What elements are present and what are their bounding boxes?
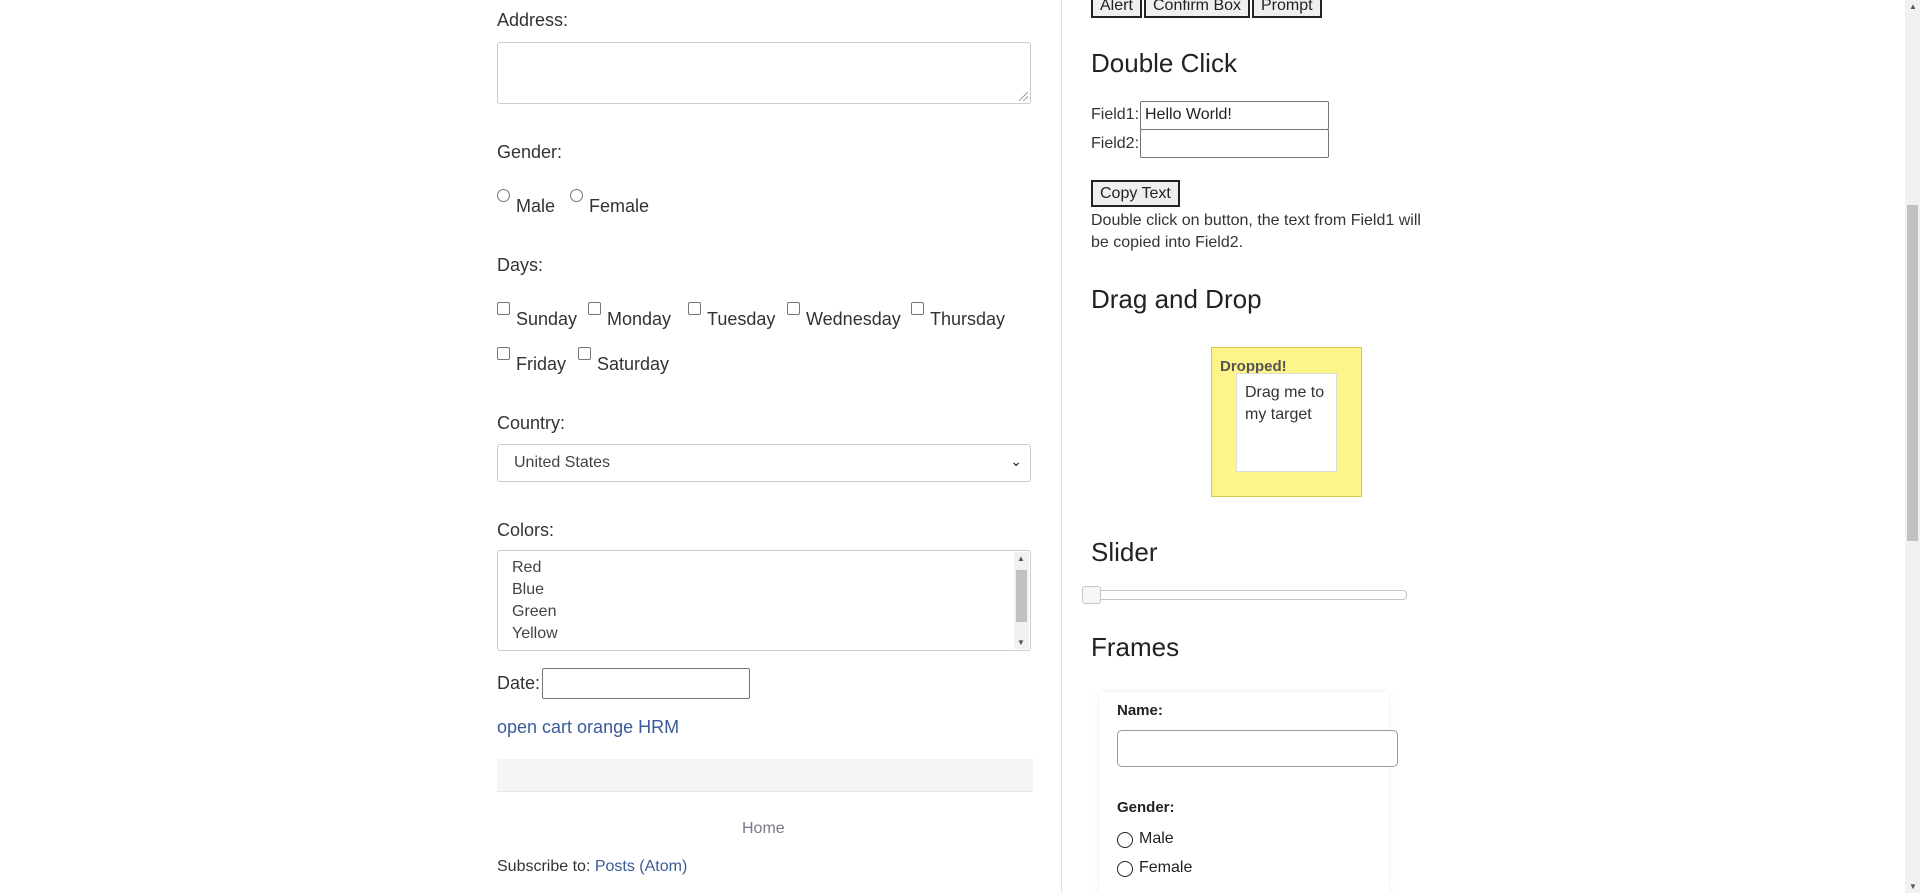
thursday-label: Thursday [930, 309, 1006, 329]
country-label: Country: [497, 413, 566, 433]
monday-checkbox[interactable] [588, 302, 601, 315]
days-label: Days: [497, 255, 544, 275]
double-click-note: Double click on button, the text from Fi… [1091, 212, 1421, 251]
monday-label: Monday [607, 309, 672, 329]
subscribe-line: Subscribe to: Posts (Atom) [497, 858, 687, 876]
home-link[interactable]: Home [742, 820, 785, 838]
page: Address: Gender: Male Female Days: Sunda… [0, 0, 1920, 893]
male-label: Male [516, 196, 556, 216]
country-value: United States [514, 454, 611, 471]
scroll-down-icon[interactable]: ▼ [1909, 882, 1917, 891]
frame-name-input[interactable] [1117, 730, 1398, 767]
gender-label: Gender: [497, 142, 563, 162]
listbox-scrollbar[interactable]: ▲ ▼ [1014, 552, 1029, 649]
page-scrollbar-thumb[interactable] [1907, 205, 1918, 541]
double-click-title: Double Click [1091, 48, 1237, 78]
frame-male-radio[interactable] [1117, 832, 1133, 848]
orangehrm-link[interactable]: open cart orange HRM [497, 717, 679, 738]
address-textarea[interactable] [497, 42, 1031, 104]
thursday-checkbox[interactable] [911, 302, 924, 315]
alert-button[interactable]: Alert [1091, 0, 1142, 18]
confirm-box-button[interactable]: Confirm Box [1144, 0, 1251, 18]
country-select[interactable]: United States ⌄ [497, 444, 1031, 482]
field2-input[interactable] [1140, 129, 1329, 158]
field2-label: Field2: [1091, 135, 1140, 152]
date-label: Date: [497, 673, 541, 693]
male-radio[interactable] [497, 189, 510, 202]
scrollbar-thumb[interactable] [1016, 570, 1027, 622]
copy-text-button[interactable]: Copy Text [1091, 180, 1180, 207]
scroll-up-icon[interactable]: ▲ [1909, 2, 1917, 11]
address-label: Address: [497, 10, 569, 30]
column-divider [1061, 0, 1062, 893]
field1-label: Field1: [1091, 106, 1140, 123]
frame-gender-label: Gender: [1117, 799, 1175, 816]
wednesday-label: Wednesday [806, 309, 901, 329]
scroll-down-icon[interactable]: ▼ [1017, 638, 1025, 647]
female-radio[interactable] [570, 189, 583, 202]
slider-title: Slider [1091, 537, 1158, 567]
list-item[interactable]: Red [512, 559, 541, 577]
list-item[interactable]: Green [512, 603, 556, 621]
list-item[interactable]: Yellow [512, 625, 558, 643]
list-item[interactable]: Blue [512, 581, 544, 599]
colors-label: Colors: [497, 520, 555, 540]
slider-track[interactable] [1086, 590, 1407, 600]
frame-female-label: Female [1139, 859, 1193, 876]
draggable-box[interactable]: Drag me to my target [1236, 373, 1337, 472]
saturday-label: Saturday [597, 354, 670, 374]
embedded-frame: Name: Gender: Male Female [1099, 692, 1398, 893]
female-label: Female [589, 196, 650, 216]
posts-atom-link[interactable]: Posts (Atom) [595, 858, 687, 875]
frame-male-label: Male [1139, 830, 1174, 847]
frame-female-radio[interactable] [1117, 861, 1133, 877]
scroll-up-icon[interactable]: ▲ [1017, 554, 1025, 563]
footer-band [497, 759, 1033, 792]
drag-drop-title: Drag and Drop [1091, 284, 1262, 314]
sunday-checkbox[interactable] [497, 302, 510, 315]
chevron-down-icon: ⌄ [1010, 453, 1022, 469]
wednesday-checkbox[interactable] [787, 302, 800, 315]
friday-label: Friday [516, 354, 567, 374]
tuesday-label: Tuesday [707, 309, 776, 329]
frames-title: Frames [1091, 632, 1180, 662]
colors-listbox[interactable]: Red Blue Green Yellow ▲ ▼ [497, 550, 1031, 651]
subscribe-label: Subscribe to: [497, 858, 591, 875]
prompt-button[interactable]: Prompt [1252, 0, 1322, 18]
saturday-checkbox[interactable] [578, 347, 591, 360]
field1-input[interactable]: Hello World! [1140, 101, 1329, 130]
page-scrollbar[interactable]: ▲ ▼ [1905, 0, 1920, 893]
frame-name-label: Name: [1117, 702, 1163, 719]
slider-handle[interactable] [1082, 586, 1101, 604]
friday-checkbox[interactable] [497, 347, 510, 360]
date-input[interactable] [542, 668, 750, 699]
sunday-label: Sunday [516, 309, 578, 329]
resize-grip-icon[interactable] [1019, 92, 1028, 101]
tuesday-checkbox[interactable] [688, 302, 701, 315]
